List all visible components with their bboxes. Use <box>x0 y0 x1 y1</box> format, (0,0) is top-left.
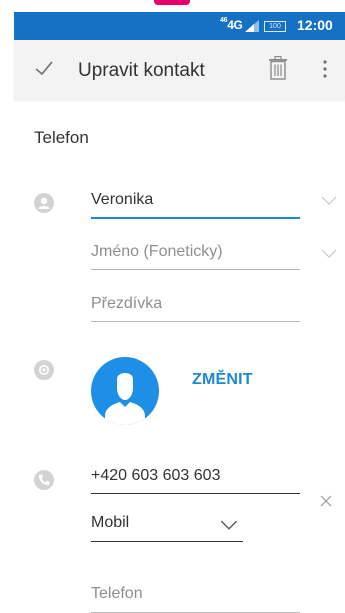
phone-number-input[interactable]: +420 603 603 603 <box>91 467 300 494</box>
battery-icon: 100 <box>264 21 286 32</box>
chevron-down-icon[interactable] <box>321 249 337 259</box>
first-name-value: Veronika <box>91 191 154 208</box>
clock: 12:00 <box>297 17 333 33</box>
phonetic-name-input[interactable]: Jméno (Foneticky) <box>91 243 300 270</box>
more-vertical-icon[interactable] <box>320 58 330 80</box>
phonetic-name-placeholder: Jméno (Foneticky) <box>91 243 223 260</box>
signal-icon <box>245 20 259 32</box>
nickname-input[interactable]: Přezdívka <box>91 295 300 322</box>
check-icon[interactable] <box>34 58 54 78</box>
new-phone-input[interactable]: Telefon <box>91 585 300 613</box>
avatar-silhouette-icon <box>105 373 145 425</box>
first-name-input[interactable]: Veronika <box>91 191 300 219</box>
chevron-down-icon <box>220 520 238 530</box>
contact-photo[interactable] <box>91 357 159 425</box>
page-title: Upravit kontakt <box>78 60 205 81</box>
status-bar: 464G 100 12:00 <box>14 12 345 40</box>
network-indicator: 464G <box>220 17 243 32</box>
top-edge <box>0 0 345 12</box>
trash-icon[interactable] <box>268 56 288 80</box>
change-photo-button[interactable]: ZMĚNIT <box>192 371 253 389</box>
nickname-placeholder: Přezdívka <box>91 295 163 312</box>
chevron-down-icon[interactable] <box>321 196 337 206</box>
phone-type-select[interactable]: Mobil <box>91 514 243 542</box>
camera-icon <box>34 360 54 380</box>
app-bar: Upravit kontakt <box>14 40 345 100</box>
person-icon <box>34 193 54 213</box>
section-title: Telefon <box>34 128 89 147</box>
brand-notch <box>154 0 190 5</box>
phone-type-value: Mobil <box>91 514 130 531</box>
new-phone-placeholder: Telefon <box>91 585 143 602</box>
phone-icon <box>34 470 54 490</box>
phone-number-value: +420 603 603 603 <box>91 467 221 484</box>
close-icon[interactable] <box>320 495 332 507</box>
